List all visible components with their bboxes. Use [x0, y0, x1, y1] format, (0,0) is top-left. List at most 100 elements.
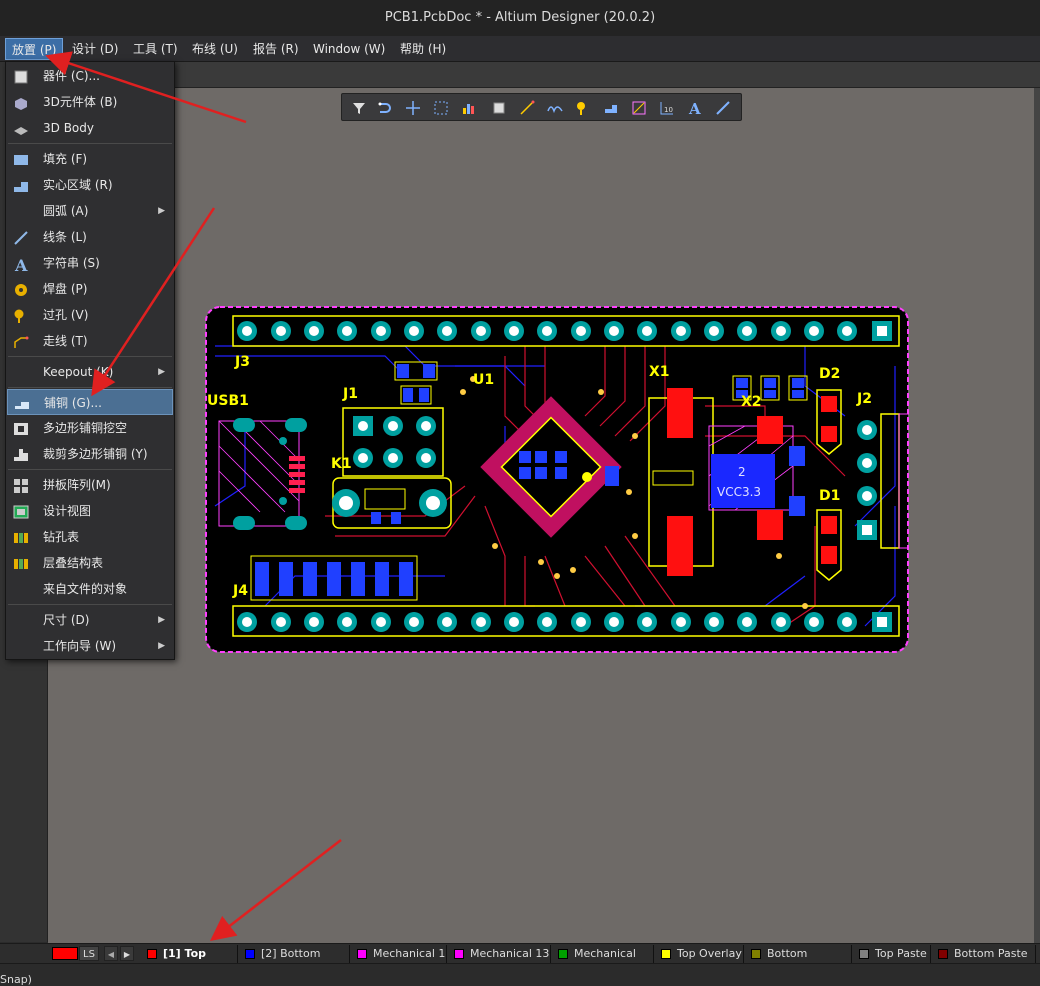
- window-title: PCB1.PcbDoc * - Altium Designer (20.0.2): [384, 10, 656, 25]
- menu-item-arc[interactable]: 圆弧 (A) ▶: [7, 198, 173, 224]
- label-x1: X1: [649, 364, 670, 380]
- layer-stack-table-icon: [13, 555, 29, 571]
- layer-tab-top-layer[interactable]: [1] Top Layer: [141, 945, 238, 978]
- menu-separator: [8, 387, 172, 388]
- label-k1: K1: [331, 456, 352, 472]
- layer-tab-top-paste[interactable]: Top Paste: [853, 945, 931, 963]
- status-text: Snap): [0, 973, 32, 986]
- cross-icon[interactable]: [402, 97, 424, 119]
- menu-route[interactable]: 布线 (U): [186, 38, 244, 60]
- menu-item-layer-stack-table[interactable]: 层叠结构表: [7, 550, 173, 576]
- solid-region-icon: [13, 177, 29, 193]
- label-d2: D2: [819, 366, 840, 382]
- layer-tab-mechanical-15[interactable]: Mechanical 15: [552, 945, 654, 978]
- svg-text:A: A: [14, 256, 28, 272]
- layer-color-swatch: [751, 949, 761, 959]
- select-rect-icon[interactable]: [430, 97, 452, 119]
- svg-text:10: 10: [664, 106, 673, 114]
- polygon-cutout-icon: [13, 420, 29, 436]
- menu-item-string[interactable]: A 字符串 (S): [7, 250, 173, 276]
- layer-tab-mechanical-13[interactable]: Mechanical 13: [448, 945, 551, 963]
- layer-color-swatch: [147, 949, 157, 959]
- menu-item-dimension[interactable]: 尺寸 (D) ▶: [7, 607, 173, 633]
- layer-scroll-left-icon[interactable]: ◀: [104, 946, 118, 961]
- layer-color-swatch: [558, 949, 568, 959]
- menu-item-pad[interactable]: 焊盘 (P): [7, 276, 173, 302]
- menu-item-object-from-file[interactable]: 来自文件的对象: [7, 576, 173, 602]
- menu-item-slice-polygon[interactable]: 裁剪多边形铺铜 (Y): [7, 441, 173, 467]
- menu-item-via[interactable]: 过孔 (V): [7, 302, 173, 328]
- line-icon: [13, 229, 29, 245]
- component-icon: [13, 68, 29, 84]
- label-j3: J3: [234, 354, 250, 370]
- current-layer-swatch[interactable]: [52, 947, 78, 960]
- line-icon[interactable]: [712, 97, 734, 119]
- drill-icon[interactable]: 10: [656, 97, 678, 119]
- 3d-body-plate-icon: [13, 120, 29, 136]
- layer-tab-bottom-paste[interactable]: Bottom Paste: [932, 945, 1036, 963]
- menu-place[interactable]: 放置 (P): [5, 38, 64, 60]
- pcb-board[interactable]: 2 VCC3.3 J3 USB1 J1 K1 U1 X1 X2 D2 J2 D1…: [205, 306, 909, 653]
- fill-icon[interactable]: [600, 97, 622, 119]
- menu-item-design-view[interactable]: 设计视图: [7, 498, 173, 524]
- region-icon[interactable]: [628, 97, 650, 119]
- chart-icon[interactable]: [458, 97, 480, 119]
- menu-item-track[interactable]: 走线 (T): [7, 328, 173, 354]
- submenu-arrow-icon: ▶: [158, 206, 165, 216]
- vertical-scrollbar[interactable]: [1034, 88, 1040, 943]
- menu-tools[interactable]: 工具 (T): [127, 38, 184, 60]
- document-tab-strip: [48, 62, 1040, 88]
- string-icon: A: [13, 255, 29, 275]
- menu-separator: [8, 604, 172, 605]
- menu-item-3d-body[interactable]: 3D元件体 (B): [7, 89, 173, 115]
- label-u1: U1: [473, 372, 494, 388]
- menu-item-solid-region[interactable]: 实心区域 (R): [7, 172, 173, 198]
- layer-color-swatch: [859, 949, 869, 959]
- status-bar: Snap): [0, 963, 1040, 986]
- menu-item-panel-array[interactable]: 拼板阵列(M): [7, 472, 173, 498]
- layer-tab-top-overlay[interactable]: Top Overlay: [655, 945, 744, 963]
- route-icon[interactable]: [375, 97, 397, 119]
- menu-window[interactable]: Window (W): [307, 38, 391, 60]
- layer-tab-mechanical-1[interactable]: Mechanical 1: [351, 945, 447, 963]
- component-icon[interactable]: [488, 97, 510, 119]
- label-j4: J4: [232, 583, 248, 599]
- menu-help[interactable]: 帮助 (H): [394, 38, 452, 60]
- panel-array-icon: [13, 477, 29, 493]
- label-usb1: USB1: [207, 393, 249, 409]
- menu-reports[interactable]: 报告 (R): [247, 38, 305, 60]
- arc-icon[interactable]: [544, 97, 566, 119]
- menu-item-component[interactable]: 器件 (C)...: [7, 63, 173, 89]
- filter-icon[interactable]: [348, 97, 370, 119]
- active-bar-toolbar: 10 A: [341, 93, 742, 121]
- design-view-icon: [13, 503, 29, 519]
- menu-item-3d-body-plate[interactable]: 3D Body: [7, 115, 173, 141]
- layer-color-swatch: [661, 949, 671, 959]
- track-icon[interactable]: [516, 97, 538, 119]
- menu-item-work-guide[interactable]: 工作向导 (W) ▶: [7, 633, 173, 659]
- pad-icon: [13, 281, 29, 297]
- svg-text:A: A: [688, 100, 701, 116]
- menu-item-polygon-pour[interactable]: 铺铜 (G)...: [7, 389, 173, 415]
- menu-design[interactable]: 设计 (D): [66, 38, 124, 60]
- window-title-bar: PCB1.PcbDoc * - Altium Designer (20.0.2): [0, 0, 1040, 36]
- menu-item-keepout[interactable]: Keepout (K) ▶: [7, 359, 173, 385]
- drill-table-icon: [13, 529, 29, 545]
- via-icon[interactable]: [572, 97, 594, 119]
- menu-item-polygon-cutout[interactable]: 多边形铺铜挖空: [7, 415, 173, 441]
- polygon-pour-icon: [14, 395, 30, 411]
- layer-scroll-right-icon[interactable]: ▶: [120, 946, 134, 961]
- string-icon[interactable]: A: [684, 97, 706, 119]
- fill-icon: [13, 151, 29, 167]
- layer-color-swatch: [938, 949, 948, 959]
- label-x2: X2: [741, 394, 762, 410]
- layer-set-button[interactable]: LS: [79, 946, 99, 961]
- vcc-label: VCC3.3: [717, 485, 761, 499]
- via-icon: [13, 307, 29, 323]
- label-j2: J2: [856, 391, 872, 407]
- layer-tab-bottom-overlay[interactable]: Bottom Overlay: [745, 945, 852, 978]
- menu-item-drill-table[interactable]: 钻孔表: [7, 524, 173, 550]
- menu-item-line[interactable]: 线条 (L): [7, 224, 173, 250]
- layer-tab-bottom-layer[interactable]: [2] Bottom Layer: [239, 945, 350, 978]
- menu-item-fill[interactable]: 填充 (F): [7, 146, 173, 172]
